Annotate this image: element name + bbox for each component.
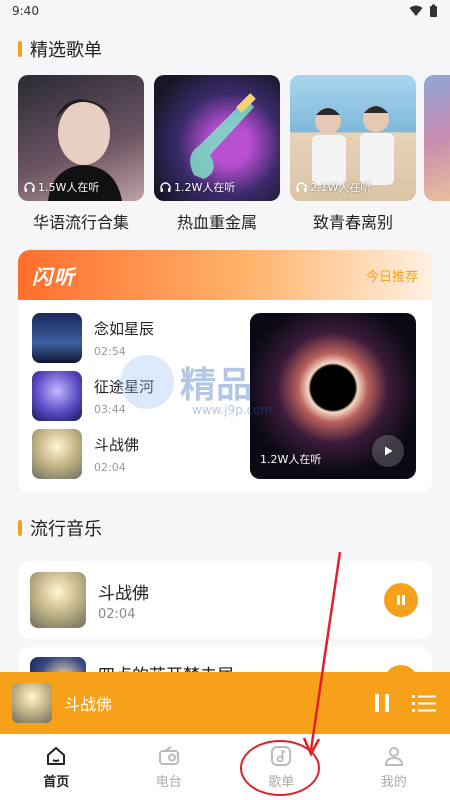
mini-player[interactable]: 斗战佛: [0, 672, 450, 734]
song-duration: 02:04: [94, 461, 126, 474]
popular-section-title: 流行音乐: [18, 515, 102, 541]
mini-player-cover: [12, 683, 52, 723]
flash-song-item[interactable]: 念如星辰 02:54: [32, 313, 154, 363]
annotation-circle: [240, 740, 320, 796]
flash-song-item[interactable]: 征途星河 03:44: [32, 371, 154, 421]
playlist-queue-button[interactable]: [410, 689, 438, 717]
playlist-card[interactable]: 1.5W人在听 华语流行合集: [18, 75, 144, 233]
pause-icon: [375, 694, 389, 712]
playlist-name[interactable]: 热血重金属: [154, 209, 280, 233]
status-icons: [409, 4, 438, 18]
headphones-icon: [160, 181, 171, 192]
pause-button[interactable]: [384, 583, 418, 617]
listener-count-text: 1.2W人在听: [174, 181, 236, 194]
pause-icon: [397, 595, 405, 605]
popular-song-item[interactable]: 斗战佛 02:04: [18, 561, 432, 639]
playlist-cover: 1.5W人在听: [18, 75, 144, 201]
listener-count: 1.5W人在听: [24, 179, 99, 195]
song-cover: [32, 313, 82, 363]
title-accent-bar: [18, 520, 22, 536]
headphones-icon: [24, 181, 35, 192]
playlist-card[interactable]: 2.1W人在听 致青春离别: [290, 75, 416, 233]
tab-label: 我的: [380, 774, 407, 790]
song-title: 念如星辰: [94, 320, 155, 338]
featured-listener-count: 1.2W人在听: [260, 453, 322, 466]
featured-title-text: 精选歌单: [30, 40, 102, 61]
song-duration: 03:44: [94, 403, 126, 416]
list-icon: [412, 695, 436, 712]
tab-label: 首页: [43, 774, 70, 790]
radio-icon: [158, 745, 179, 765]
play-button[interactable]: [372, 435, 404, 467]
popular-title-text: 流行音乐: [30, 519, 102, 540]
song-title: 征途星河: [94, 378, 155, 396]
flash-listen-card: 闪听 今日推荐 念如星辰 02:54 征途星河 03:44 斗战佛 02:04 …: [18, 250, 432, 493]
play-icon: [385, 446, 393, 456]
song-cover: [32, 371, 82, 421]
today-recommend-label[interactable]: 今日推荐: [366, 266, 418, 285]
listener-count-text: 2.1W人在听: [310, 181, 372, 194]
status-time: 9:40: [12, 4, 39, 18]
tab-label: 电台: [155, 774, 182, 790]
playlist-card[interactable]: 1.2W人在听 热血重金属: [154, 75, 280, 233]
playlist-cover: 2.1W人在听: [290, 75, 416, 201]
song-cover: [30, 572, 86, 628]
battery-icon: [430, 4, 437, 17]
headphones-icon: [296, 181, 307, 192]
featured-section-title: 精选歌单: [18, 36, 102, 62]
title-accent-bar: [18, 41, 22, 57]
playlist-name[interactable]: 致青春离别: [290, 209, 416, 233]
playlist-card-peek[interactable]: [424, 75, 450, 201]
bottom-tab-bar: 首页 电台 歌单 我的: [0, 734, 450, 800]
song-title: 斗战佛: [94, 436, 140, 454]
flash-logo: 闪听: [32, 264, 76, 289]
status-bar: 9:40: [0, 0, 450, 22]
song-duration: 02:04: [98, 607, 136, 622]
mini-pause-button[interactable]: [368, 689, 396, 717]
listener-count-text: 1.5W人在听: [38, 181, 100, 194]
playlist-carousel: 1.5W人在听 华语流行合集 1.2W人在听 热血重金属 2.1W人在听 致青春…: [18, 75, 416, 233]
flash-header: 闪听 今日推荐: [18, 250, 432, 300]
wifi-icon: [409, 5, 423, 16]
tab-radio[interactable]: 电台: [113, 734, 226, 800]
profile-icon: [384, 746, 403, 766]
song-title: 斗战佛: [98, 584, 149, 604]
playlist-name[interactable]: 华语流行合集: [18, 209, 144, 233]
playlist-cover: 1.2W人在听: [154, 75, 280, 201]
listener-count: 1.2W人在听: [160, 179, 235, 195]
tab-home[interactable]: 首页: [0, 734, 113, 800]
home-icon: [47, 746, 66, 765]
tab-profile[interactable]: 我的: [338, 734, 450, 800]
listener-count: 2.1W人在听: [296, 179, 371, 195]
song-cover: [32, 429, 82, 479]
mini-player-title: 斗战佛: [64, 695, 113, 714]
song-duration: 02:54: [94, 345, 126, 358]
featured-track-cover[interactable]: 1.2W人在听: [250, 313, 416, 479]
flash-song-item[interactable]: 斗战佛 02:04: [32, 429, 139, 479]
